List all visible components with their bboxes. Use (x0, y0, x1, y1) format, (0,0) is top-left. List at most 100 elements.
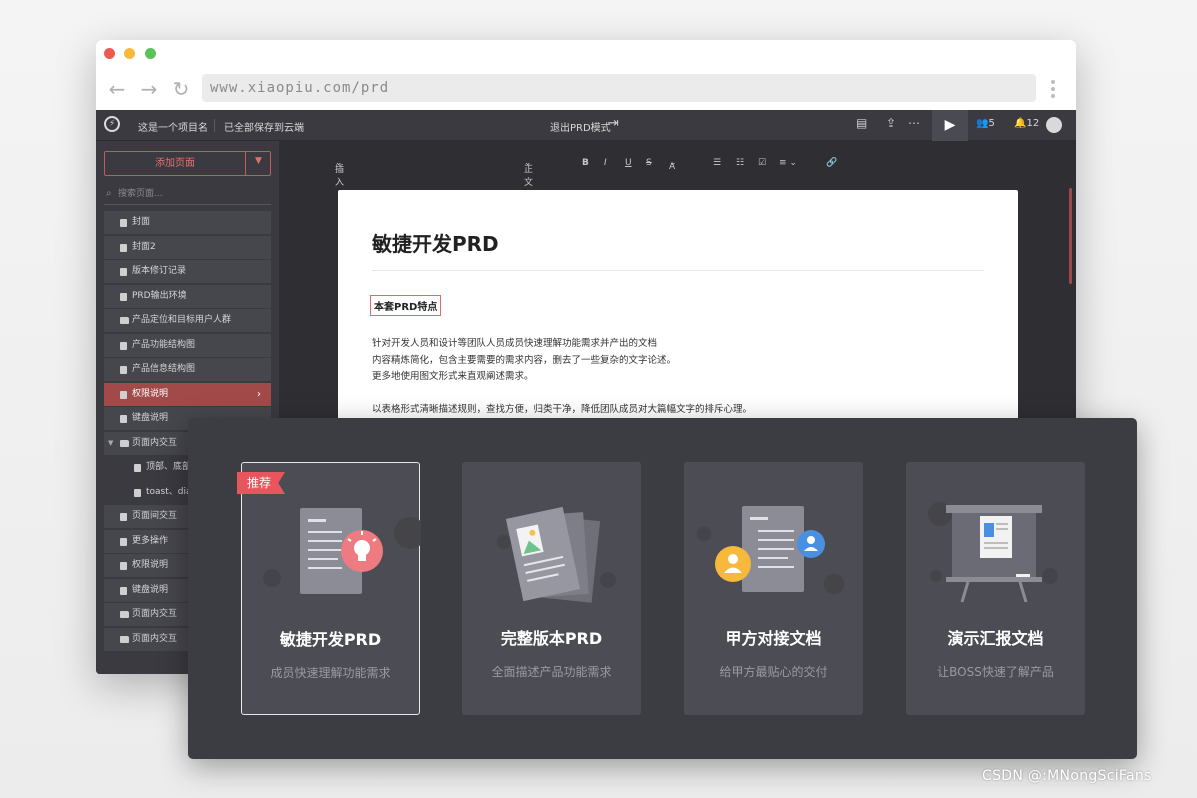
document-paragraph[interactable]: 更多地使用图文形式来直观阐述需求。 (372, 368, 534, 382)
link-icon[interactable]: 🔗 (826, 158, 837, 168)
sidebar-item-label: 产品信息结构图 (132, 364, 196, 374)
avatar[interactable] (1046, 117, 1062, 133)
page-icon (120, 586, 127, 595)
folder-icon (120, 317, 129, 324)
checkbox-icon[interactable]: ☑ (758, 158, 766, 168)
sidebar-item-label: 产品功能结构图 (132, 339, 196, 350)
document-users-icon (697, 506, 844, 594)
collaborators-count[interactable]: 👥5 (976, 118, 995, 129)
play-preview-button[interactable]: ▶ (932, 110, 968, 141)
template-title: 演示汇报文档 (947, 629, 1044, 648)
sidebar-page-item[interactable]: 版本修订记录 (104, 260, 271, 283)
template-card-presentation[interactable]: 演示汇报文档 让BOSS快速了解产品 (906, 462, 1085, 715)
template-card-full-prd[interactable]: 完整版本PRD 全面描述产品功能需求 (462, 462, 641, 715)
document-paragraph[interactable]: 针对开发人员和设计等团队人员成员快速理解功能需求并产出的文档 (372, 335, 657, 349)
exit-prd-mode-button[interactable]: 退出PRD模式 (550, 119, 611, 134)
template-card-agile-prd[interactable]: 推荐 敏捷开发PRD 成员快速理解功能需求 (237, 462, 421, 715)
page-icon (120, 268, 127, 276)
presentation-board-icon (928, 502, 1058, 603)
minimize-window-button[interactable] (124, 48, 135, 59)
sidebar-item-label: toast、dia (146, 486, 192, 497)
more-icon[interactable]: ⋯ (908, 116, 920, 130)
sidebar-item-label: 封面2 (132, 241, 156, 252)
page-icon (120, 243, 127, 252)
page-icon (120, 562, 127, 570)
underline-button[interactable]: U (625, 158, 632, 168)
search-icon: ⌕ (106, 188, 112, 199)
project-name[interactable]: 这是一个项目名 (138, 119, 208, 134)
text-style-select[interactable]: 正文 ⌄ (524, 158, 533, 188)
sidebar-item-label: 产品定位和目标用户人群 (132, 315, 232, 325)
sidebar-item-label: 更多操作 (132, 535, 169, 546)
sidebar-item-label: 键盘说明 (132, 584, 169, 595)
sidebar-page-item[interactable]: 产品功能结构图 (104, 333, 271, 357)
sidebar-page-item[interactable]: 产品信息结构图 (104, 358, 271, 381)
notifications[interactable]: 🔔12 (1014, 118, 1039, 129)
exit-icon[interactable]: ⇥ (608, 116, 619, 131)
expand-toggle-icon[interactable]: ▼ (108, 432, 113, 455)
document-icon[interactable]: ▤ (856, 116, 867, 130)
watermark: CSDN @:MNongSciFans (982, 768, 1152, 784)
sidebar-item-label: 封面 (132, 217, 151, 227)
sidebar-item-label: 页面内交互 (132, 633, 178, 644)
folder-icon (120, 611, 129, 618)
template-description: 全面描述产品功能需求 (491, 665, 612, 679)
address-bar[interactable]: www.xiaopiu.com/prd (202, 74, 1036, 102)
app-logo-icon[interactable]: ⚡ (104, 116, 120, 132)
bold-button[interactable]: B (582, 158, 589, 168)
bullet-list-icon[interactable]: ☷ (736, 158, 744, 168)
sidebar-page-item[interactable]: 封面2 (104, 235, 271, 259)
close-window-button[interactable] (104, 48, 115, 59)
strikethrough-button[interactable]: S (646, 158, 652, 168)
insert-menu[interactable]: 插入 ⌄ (335, 158, 344, 188)
format-toolbar: 插入 ⌄ 正文 ⌄ B I U S A ⌄ ☰ ☷ ☑ ≡ ⌄ 🔗 (279, 154, 1076, 188)
document-paragraph[interactable]: 内容精炼简化，包含主要需要的需求内容，删去了一些复杂的文字论述。 (372, 352, 676, 366)
template-description: 给甲方最贴心的交付 (719, 665, 828, 679)
sidebar-page-item[interactable]: 封面 (104, 211, 271, 234)
folder-icon (120, 439, 129, 447)
search-input[interactable]: ⌕ 搜索页面... (104, 183, 271, 205)
sidebar-item-label: 顶部、底部 (146, 462, 192, 472)
sidebar-page-item[interactable]: PRD输出环境 (104, 284, 271, 308)
page-icon (120, 390, 127, 399)
template-card-client-doc[interactable]: 甲方对接文档 给甲方最贴心的交付 (684, 462, 863, 715)
template-title: 完整版本PRD (500, 629, 603, 648)
template-title: 敏捷开发PRD (279, 630, 382, 649)
sidebar-item-label: 页面内交互 (132, 609, 178, 619)
toolbar-divider (214, 119, 215, 132)
font-color-button[interactable]: A ⌄ (669, 158, 677, 172)
page-icon (120, 513, 127, 521)
page-icon (120, 366, 127, 374)
sidebar-item-label: PRD输出环境 (132, 290, 187, 301)
sidebar-item-label: 权限说明 (132, 560, 169, 570)
sidebar-page-item[interactable]: 权限说明 › (104, 382, 271, 406)
reload-icon[interactable]: ↻ (170, 78, 192, 100)
document-subtitle[interactable]: 本套PRD特点 (370, 295, 442, 316)
page-icon (120, 292, 127, 301)
sidebar-page-item[interactable]: 产品定位和目标用户人群 (104, 309, 271, 332)
template-title: 甲方对接文档 (725, 629, 822, 648)
align-icon[interactable]: ≡ ⌄ (779, 158, 797, 168)
chevron-down-icon[interactable]: ▼ (255, 156, 262, 166)
document-title[interactable]: 敏捷开发PRD (372, 228, 499, 257)
browser-menu-icon[interactable] (1046, 78, 1060, 100)
stacked-documents-icon (497, 506, 616, 603)
sidebar-item-label: 权限说明 (132, 388, 169, 399)
document-lightbulb-icon (263, 508, 421, 594)
add-page-button[interactable]: 添加页面 ▼ (104, 151, 271, 176)
italic-button[interactable]: I (604, 158, 607, 168)
document-paragraph[interactable]: 以表格形式清晰描述规则，查找方便，归类干净，降低团队成员对大篇幅文字的排斥心理。 (372, 401, 752, 415)
page-icon (120, 415, 127, 423)
title-divider (372, 270, 984, 271)
share-icon[interactable]: ⇪ (886, 116, 896, 130)
sidebar-item-label: 页面间交互 (132, 511, 178, 521)
chevron-right-icon: › (257, 388, 261, 400)
template-description: 成员快速理解功能需求 (270, 666, 391, 680)
maximize-window-button[interactable] (145, 48, 156, 59)
ordered-list-icon[interactable]: ☰ (713, 158, 721, 168)
forward-arrow-icon[interactable]: → (138, 78, 160, 100)
page-icon (120, 341, 127, 350)
editor-scrollbar[interactable] (1069, 188, 1072, 284)
back-arrow-icon[interactable]: ← (106, 78, 128, 100)
browser-chrome: ← → ↻ www.xiaopiu.com/prd (96, 40, 1076, 110)
